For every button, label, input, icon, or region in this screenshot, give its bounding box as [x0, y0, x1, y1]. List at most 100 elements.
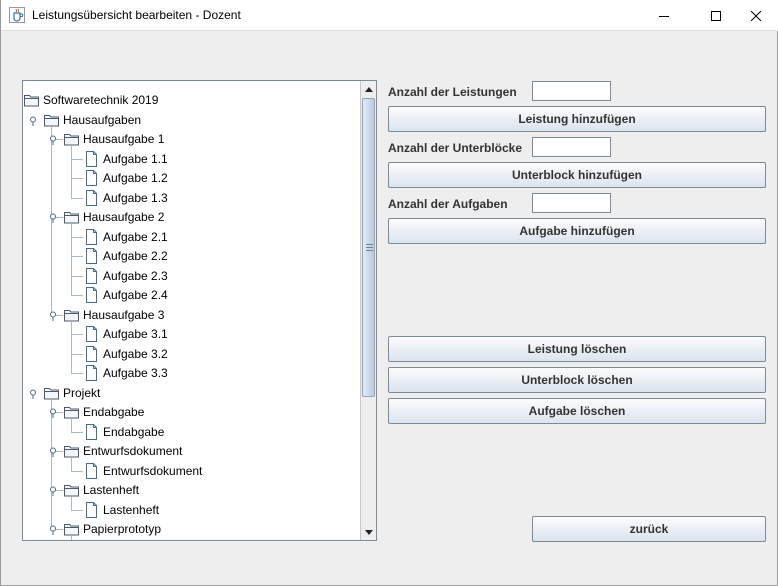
tree-node-label: Aufgabe 3.3 — [103, 366, 168, 380]
file-icon — [83, 326, 100, 342]
tree-node[interactable]: Aufgabe 3.3 — [83, 364, 168, 382]
tree-node[interactable]: Aufgabe 1.2 — [83, 169, 168, 187]
tree-connector-line — [71, 509, 83, 511]
tree-connector-line — [71, 321, 72, 373]
tree-node-label: Aufgabe 3.1 — [103, 327, 168, 341]
tree-node-label: Endabgabe — [83, 405, 145, 419]
tree-node[interactable]: Hausaufgaben — [43, 111, 141, 129]
grip-line — [366, 244, 373, 245]
folder-icon — [63, 131, 80, 147]
grip-line — [366, 250, 373, 251]
file-icon — [83, 170, 100, 186]
close-icon — [751, 10, 761, 21]
tree-node[interactable]: Aufgabe 2.4 — [83, 286, 168, 304]
tree-node-label: Hausaufgaben — [63, 112, 142, 127]
delete-unterblock-button[interactable]: Unterblock löschen — [388, 367, 766, 393]
tree-node-label: Entwurfsdokument — [83, 444, 183, 458]
tree-node[interactable]: Hausaufgabe 1 — [63, 130, 164, 148]
tree-node[interactable]: Aufgabe 1.1 — [83, 150, 168, 168]
aufgaben-count-input[interactable] — [532, 193, 611, 213]
tree-node-label: Aufgabe 1.1 — [103, 151, 168, 166]
tree-node[interactable]: Entwurfsdokument — [63, 442, 182, 460]
file-icon — [83, 248, 100, 264]
tree-node-label: Softwaretechnik 2019 — [43, 93, 159, 107]
tree-node[interactable]: Projekt — [43, 384, 100, 402]
tree-expand-handle[interactable] — [48, 407, 58, 418]
tree-node[interactable]: Hausaufgabe 3 — [63, 306, 164, 324]
tree-expand-handle[interactable] — [48, 485, 58, 496]
tree-node[interactable]: Lastenheft — [63, 481, 139, 499]
file-icon — [83, 541, 100, 542]
tree-connector-line — [71, 334, 83, 335]
maximize-icon — [711, 10, 721, 21]
tree-node[interactable]: Endabgabe — [63, 403, 144, 421]
tree-node-label: Aufgabe 2.3 — [103, 268, 168, 283]
file-icon — [83, 501, 100, 518]
back-button[interactable]: zurück — [532, 516, 766, 542]
arrow-up-icon — [364, 86, 373, 92]
tree-expand-handle[interactable] — [48, 134, 58, 145]
folder-icon — [43, 112, 60, 128]
file-icon — [83, 365, 100, 381]
tree-node-label: Lastenheft — [83, 483, 140, 497]
tree-node[interactable]: Aufgabe 2.2 — [83, 247, 168, 265]
tree-node[interactable]: Hausaufgabe 2 — [63, 208, 164, 226]
file-icon — [83, 228, 100, 245]
tree-node-label: Papierprototyp — [83, 522, 162, 536]
tree-expand-handle[interactable] — [48, 524, 58, 535]
close-button[interactable] — [733, 0, 778, 31]
folder-icon — [63, 482, 80, 498]
tree-node-label: Aufgabe 2.1 — [103, 229, 168, 244]
delete-leistung-button[interactable]: Leistung löschen — [388, 336, 766, 362]
tree-node[interactable]: Papierprototyp — [63, 520, 161, 538]
leistungen-tree[interactable]: Softwaretechnik 2019 Hausaufgaben Hausaufg… — [22, 80, 377, 541]
file-icon — [83, 150, 100, 167]
tree-node[interactable]: Papierprototyp — [83, 540, 181, 542]
tree-node-label: Aufgabe 1.2 — [103, 171, 168, 185]
add-unterblock-button[interactable]: Unterblock hinzufügen — [388, 162, 766, 188]
tree-node-label: Hausaufgabe 3 — [83, 307, 165, 322]
leistungen-count-input[interactable] — [532, 81, 611, 101]
tree-node[interactable]: Aufgabe 3.2 — [83, 345, 168, 363]
scroll-thumb[interactable] — [362, 98, 375, 397]
tree-expand-handle[interactable] — [28, 388, 38, 399]
tree-node[interactable]: Softwaretechnik 2019 — [23, 91, 158, 109]
unterbloecke-count-input[interactable] — [532, 137, 611, 157]
minimize-button[interactable] — [641, 0, 687, 31]
app-window: Leistungsübersicht bearbeiten - Dozent S… — [0, 0, 778, 586]
scroll-up-button[interactable] — [361, 81, 376, 97]
file-icon — [83, 267, 100, 284]
tree-node[interactable]: Entwurfsdokument — [83, 462, 202, 480]
tree-node-label: Hausaufgabe 2 — [83, 210, 165, 224]
add-leistung-button[interactable]: Leistung hinzufügen — [388, 106, 766, 132]
add-aufgabe-button[interactable]: Aufgabe hinzufügen — [388, 218, 766, 244]
tree-expand-handle[interactable] — [48, 212, 58, 223]
tree-node[interactable]: Aufgabe 3.1 — [83, 325, 168, 343]
file-icon — [83, 462, 100, 479]
tree-expand-handle[interactable] — [48, 310, 58, 321]
tree-node[interactable]: Aufgabe 1.3 — [83, 189, 168, 207]
file-icon — [83, 189, 100, 206]
tree-node-label: Endabgabe — [103, 424, 165, 439]
tree-node[interactable]: Aufgabe 2.3 — [83, 267, 168, 285]
folder-icon — [63, 209, 80, 225]
tree-expand-handle[interactable] — [48, 446, 58, 457]
minimize-icon — [659, 15, 669, 17]
tree-connector-line — [51, 399, 52, 529]
tree-node[interactable]: Endabgabe — [83, 423, 164, 441]
java-app-icon — [9, 7, 25, 23]
tree-expand-handle[interactable] — [28, 115, 38, 126]
tree-vertical-scrollbar[interactable] — [360, 81, 376, 540]
tree-node-label: Entwurfsdokument — [103, 463, 203, 478]
scroll-down-button[interactable] — [361, 524, 376, 540]
tree-connector-line — [71, 373, 83, 374]
folder-icon — [43, 385, 60, 401]
tree-node-label: Aufgabe 3.2 — [103, 346, 168, 361]
delete-aufgabe-button[interactable]: Aufgabe löschen — [388, 398, 766, 424]
tree-node-label: Projekt — [63, 385, 101, 400]
folder-icon — [63, 307, 80, 323]
tree-node[interactable]: Lastenheft — [83, 501, 159, 519]
window-title: Leistungsübersicht bearbeiten - Dozent — [32, 8, 241, 22]
tree-node[interactable]: Aufgabe 2.1 — [83, 228, 168, 246]
folder-icon — [63, 404, 80, 420]
